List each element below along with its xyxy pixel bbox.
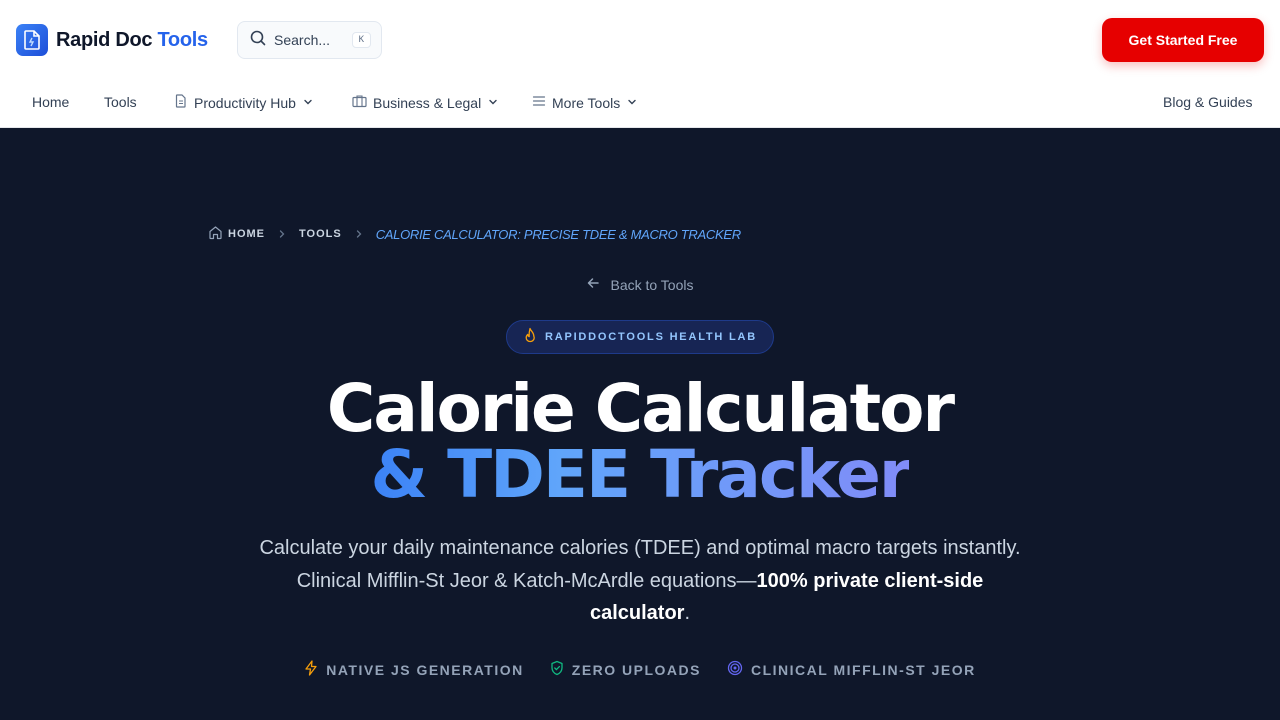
feature-label: CLINICAL MIFFLIN-ST JEOR <box>751 661 976 678</box>
breadcrumb-home[interactable]: HOME <box>208 225 265 243</box>
main-nav: Home Tools Productivity Hub Business & L… <box>0 84 1280 124</box>
chevron-right-icon <box>354 229 364 239</box>
logo-text: Rapid Doc Tools <box>56 28 208 51</box>
target-icon <box>727 660 743 679</box>
briefcase-icon <box>352 94 367 111</box>
breadcrumb: HOME TOOLS CALORIE CALCULATOR: PRECISE T… <box>208 226 741 242</box>
flame-icon <box>523 327 537 348</box>
search-icon <box>250 30 266 51</box>
feature-list: NATIVE JS GENERATION ZERO UPLOADS CLINIC… <box>0 660 1280 679</box>
search-input[interactable]: Search... K <box>237 21 382 59</box>
chevron-down-icon <box>302 95 314 111</box>
chevron-down-icon <box>487 95 499 111</box>
health-lab-badge: RAPIDDOCTOOLS HEALTH LAB <box>505 320 775 354</box>
breadcrumb-label: TOOLS <box>299 228 342 240</box>
hero-description: Calculate your daily maintenance calorie… <box>259 537 1021 624</box>
nav-label: Productivity Hub <box>194 94 296 111</box>
feature-clinical: CLINICAL MIFFLIN-ST JEOR <box>727 660 976 679</box>
search-placeholder: Search... <box>274 32 331 48</box>
get-started-button[interactable]: Get Started Free <box>1102 18 1264 62</box>
home-icon <box>208 225 223 243</box>
back-link-row: Back to Tools <box>0 276 1280 293</box>
menu-icon <box>532 94 546 111</box>
search-shortcut-key: K <box>351 32 371 48</box>
feature-native-js: NATIVE JS GENERATION <box>304 660 524 679</box>
chevron-down-icon <box>626 95 638 111</box>
nav-item-business-legal[interactable]: Business & Legal <box>352 94 499 111</box>
feature-label: ZERO UPLOADS <box>571 661 701 678</box>
document-icon <box>174 94 188 111</box>
page-title-line1: Calorie Calculator <box>326 370 955 447</box>
back-to-tools-link[interactable]: Back to Tools <box>586 276 694 293</box>
nav-item-productivity-hub[interactable]: Productivity Hub <box>174 94 314 111</box>
nav-item-more-tools[interactable]: More Tools <box>532 94 638 111</box>
back-label: Back to Tools <box>610 276 694 293</box>
nav-label: Business & Legal <box>373 94 482 111</box>
feature-label: NATIVE JS GENERATION <box>326 661 524 678</box>
site-logo[interactable]: Rapid Doc Tools <box>16 24 208 56</box>
badge-label: RAPIDDOCTOOLS HEALTH LAB <box>544 331 758 343</box>
nav-label: Tools <box>104 94 137 110</box>
document-logo-icon <box>16 24 48 56</box>
breadcrumb-current: CALORIE CALCULATOR: PRECISE TDEE & MACRO… <box>375 226 741 242</box>
nav-label: Blog & Guides <box>1163 94 1253 110</box>
breadcrumb-label: HOME <box>228 228 265 240</box>
feature-zero-uploads: ZERO UPLOADS <box>550 660 701 679</box>
page-title-line2: & TDEE Tracker <box>370 436 912 513</box>
lightning-icon <box>304 660 318 679</box>
shield-check-icon <box>550 660 564 679</box>
nav-item-tools[interactable]: Tools <box>104 94 137 110</box>
nav-item-home[interactable]: Home <box>32 94 69 110</box>
nav-label: More Tools <box>552 94 621 111</box>
hero-section: HOME TOOLS CALORIE CALCULATOR: PRECISE T… <box>0 128 1280 720</box>
chevron-right-icon <box>277 229 287 239</box>
nav-label: Home <box>32 94 70 110</box>
badge-row: RAPIDDOCTOOLS HEALTH LAB <box>0 320 1280 354</box>
breadcrumb-tools[interactable]: TOOLS <box>299 228 342 240</box>
site-header: Rapid Doc Tools Search... K Get Started … <box>0 0 1280 128</box>
arrow-left-icon <box>586 276 600 293</box>
nav-item-blog-guides[interactable]: Blog & Guides <box>1163 94 1253 110</box>
